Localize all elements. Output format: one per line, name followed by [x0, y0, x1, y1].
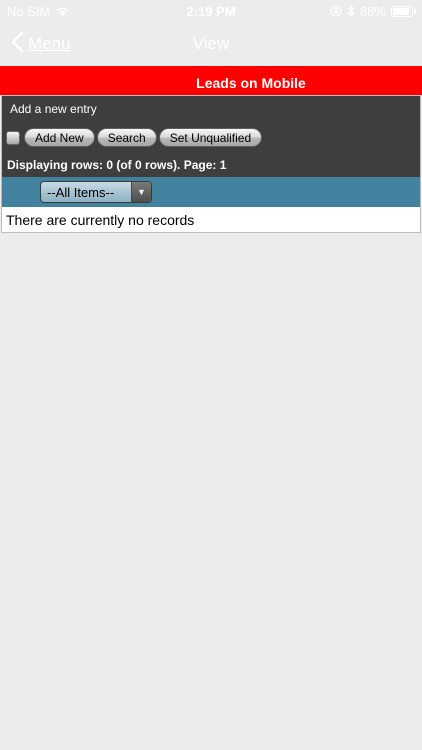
set-unqualified-button[interactable]: Set Unqualified: [158, 128, 263, 147]
bluetooth-icon: [347, 5, 355, 17]
add-new-button[interactable]: Add New: [24, 128, 95, 147]
page-title: Leads on Mobile: [196, 75, 306, 91]
dropdown-arrow-icon: ▼: [131, 182, 151, 202]
rows-info: Displaying rows: 0 (of 0 rows). Page: 1: [7, 158, 227, 172]
back-label[interactable]: Menu: [28, 34, 71, 54]
wifi-icon: [55, 6, 70, 17]
nav-bar: Menu View: [0, 22, 422, 66]
battery-icon: [391, 5, 416, 17]
search-button[interactable]: Search: [96, 128, 157, 147]
app-header: Leads on Mobile: [0, 66, 422, 95]
filter-selected-value: --All Items--: [47, 184, 115, 200]
action-panel: Add a new entry Add New Search Set Unqua…: [1, 95, 421, 177]
carrier-label: No SIM: [7, 3, 51, 19]
status-left: No SIM: [7, 4, 70, 19]
back-button[interactable]: Menu: [11, 31, 71, 58]
status-right: 88%: [330, 4, 416, 19]
battery-fill: [393, 7, 409, 15]
toolbar: Add New Search Set Unqualified: [6, 128, 263, 147]
empty-records-message: There are currently no records: [6, 211, 195, 228]
filter-band: --All Items-- ▼: [1, 177, 421, 207]
chevron-left-icon: [11, 31, 24, 58]
status-bar: No SIM 2:19 PM 88%: [0, 0, 422, 22]
items-filter-select[interactable]: --All Items-- ▼: [40, 181, 152, 203]
empty-records-row: There are currently no records: [1, 207, 421, 233]
select-all-checkbox[interactable]: [6, 130, 20, 145]
panel-caption: Add a new entry: [10, 102, 97, 116]
battery-percent: 88%: [359, 3, 386, 19]
lock-rotation-icon: [330, 5, 342, 17]
